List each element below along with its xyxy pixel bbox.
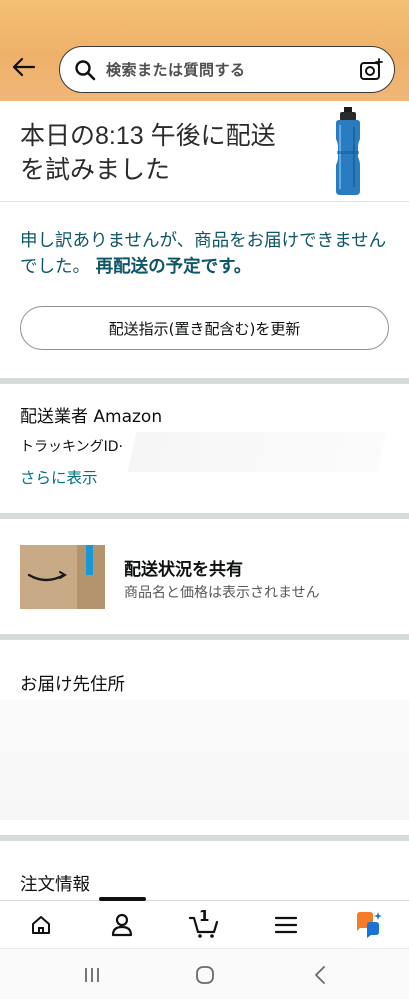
home-circle-icon bbox=[196, 966, 214, 984]
share-delivery-status-button[interactable]: 配送状況を共有 bbox=[124, 555, 243, 580]
nav-account[interactable] bbox=[102, 909, 142, 941]
update-delivery-instructions-button[interactable]: 配送指示(置き配含む)を更新 bbox=[20, 306, 389, 350]
account-icon bbox=[111, 913, 133, 937]
search-input[interactable]: 検索または質問する bbox=[59, 46, 395, 93]
section-separator bbox=[0, 378, 409, 384]
delivery-address-label: お届け先住所 bbox=[20, 675, 125, 695]
order-info-label[interactable]: 注文情報 bbox=[20, 871, 90, 896]
tracking-id-label: トラッキングID· bbox=[20, 439, 123, 455]
menu-icon bbox=[275, 916, 297, 934]
search-icon bbox=[75, 60, 96, 81]
assistant-icon bbox=[357, 912, 382, 938]
delivery-status-title: 本日の8:13 午後に配送を試みました bbox=[20, 122, 276, 184]
nav-cart[interactable]: 1 bbox=[184, 907, 224, 941]
product-image[interactable] bbox=[328, 107, 368, 195]
nav-menu[interactable] bbox=[266, 909, 306, 941]
redacted-address bbox=[0, 700, 409, 820]
camera-icon[interactable] bbox=[359, 58, 383, 82]
cart-count: 1 bbox=[199, 907, 210, 925]
recent-apps-button[interactable] bbox=[77, 963, 107, 987]
delivery-notice: 申し訳ありませんが、商品をお届けできませんでした。 再配送の予定です。 bbox=[20, 228, 392, 280]
divider bbox=[0, 201, 409, 202]
back-chevron-icon bbox=[315, 966, 325, 984]
share-delivery-subtitle: 商品名と価格は表示されません bbox=[124, 585, 320, 601]
nav-assistant[interactable] bbox=[348, 909, 388, 941]
show-more-link[interactable]: さらに表示 bbox=[20, 466, 98, 488]
redacted-tracking-id bbox=[127, 432, 387, 472]
amazon-box-image[interactable] bbox=[20, 545, 105, 609]
nav-home[interactable] bbox=[21, 909, 61, 941]
app-header: 検索または質問する bbox=[0, 0, 409, 101]
back-arrow-icon bbox=[12, 57, 36, 77]
notice-emphasis: 再配送の予定です。 bbox=[95, 257, 252, 277]
home-system-button[interactable] bbox=[190, 963, 220, 987]
section-separator bbox=[0, 835, 409, 841]
recent-apps-icon bbox=[85, 968, 99, 982]
search-placeholder: 検索または質問する bbox=[106, 61, 246, 79]
home-icon bbox=[32, 916, 50, 934]
section-separator bbox=[0, 634, 409, 640]
carrier-label: 配送業者 Amazon bbox=[20, 407, 163, 427]
back-button[interactable] bbox=[8, 50, 40, 84]
section-separator bbox=[0, 513, 409, 519]
delivery-status-card: 本日の8:13 午後に配送を試みました bbox=[0, 101, 409, 201]
system-navigation-bar bbox=[0, 948, 409, 999]
active-tab-indicator bbox=[99, 897, 146, 901]
back-system-button[interactable] bbox=[305, 963, 335, 987]
bottom-navigation: 1 bbox=[0, 900, 409, 948]
